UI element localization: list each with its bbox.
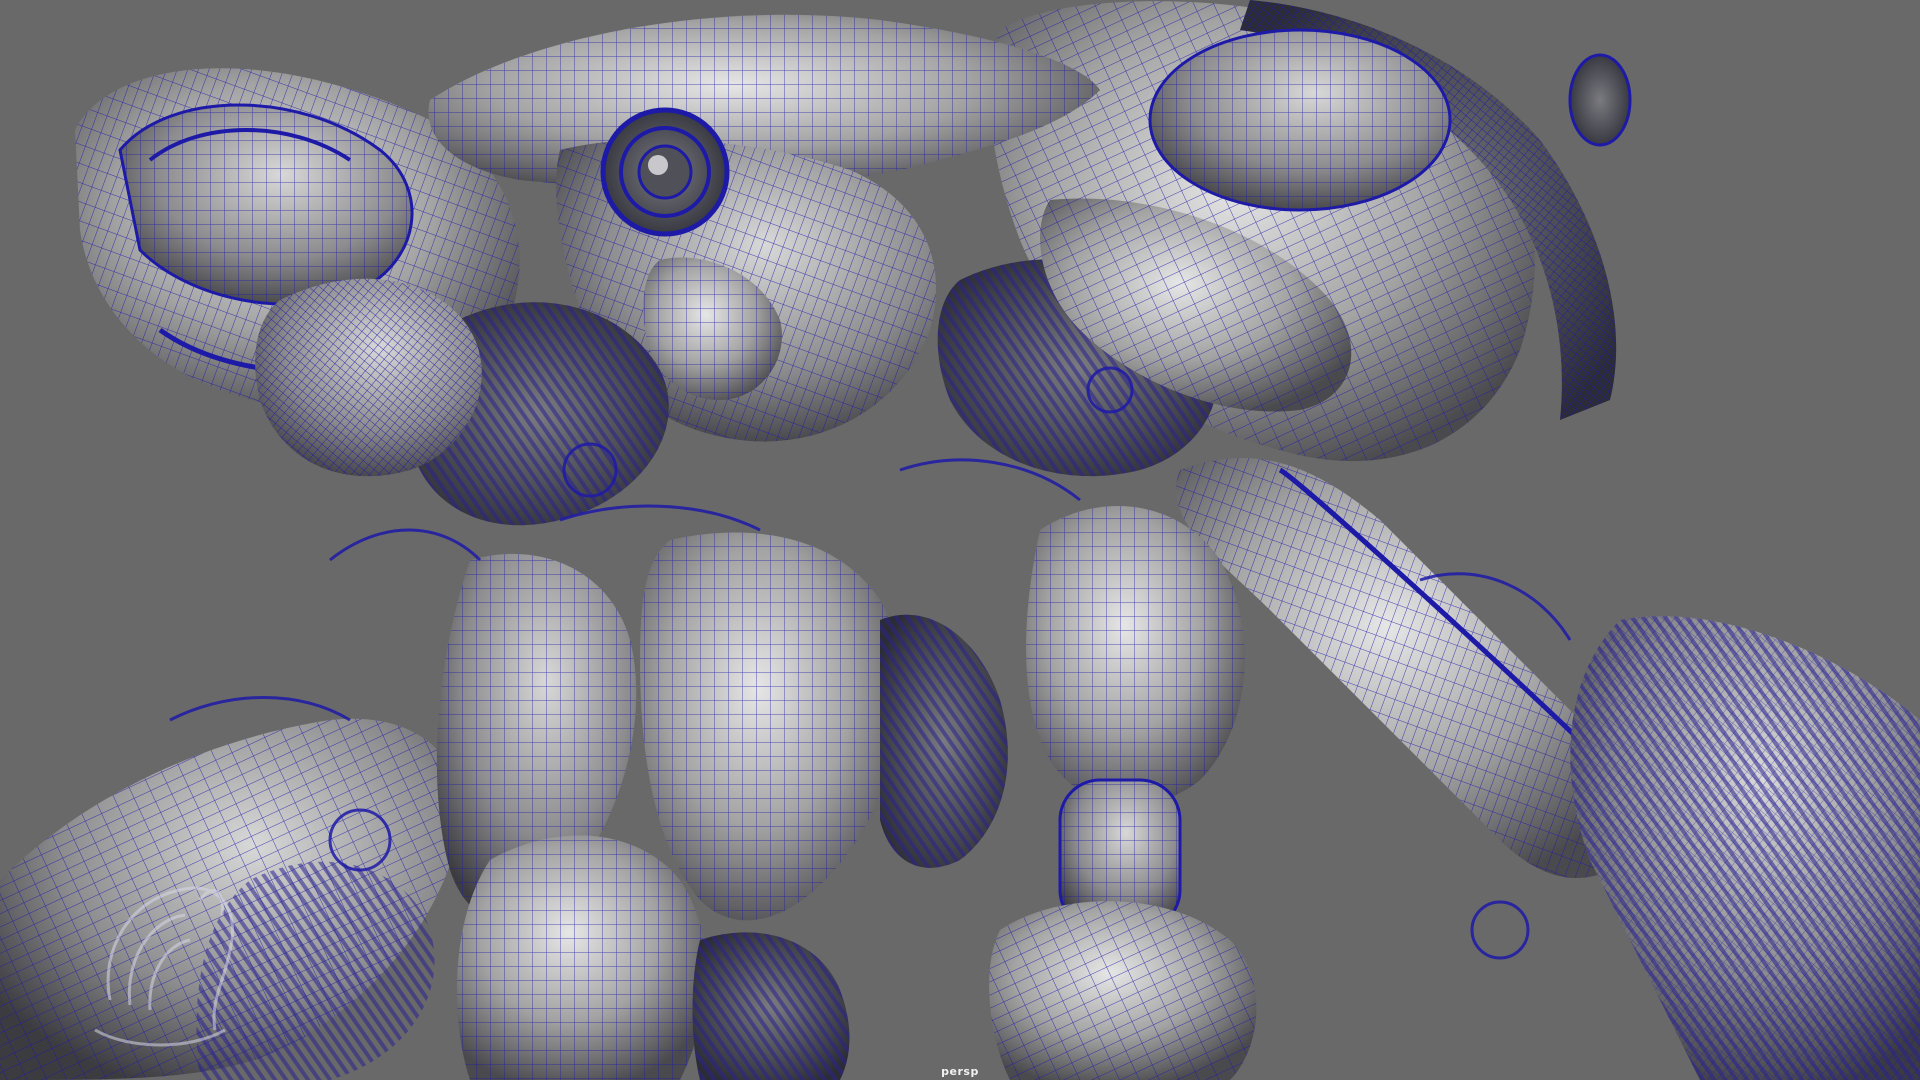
right-thigh-pad: [989, 506, 1257, 1080]
maya-perspective-viewport[interactable]: persp: [0, 0, 1920, 1080]
camera-name-label: persp: [941, 1065, 979, 1078]
left-lower-leg: [0, 718, 462, 1080]
right-arm-cannon: [1176, 458, 1920, 1080]
model-render: [0, 0, 1920, 1080]
